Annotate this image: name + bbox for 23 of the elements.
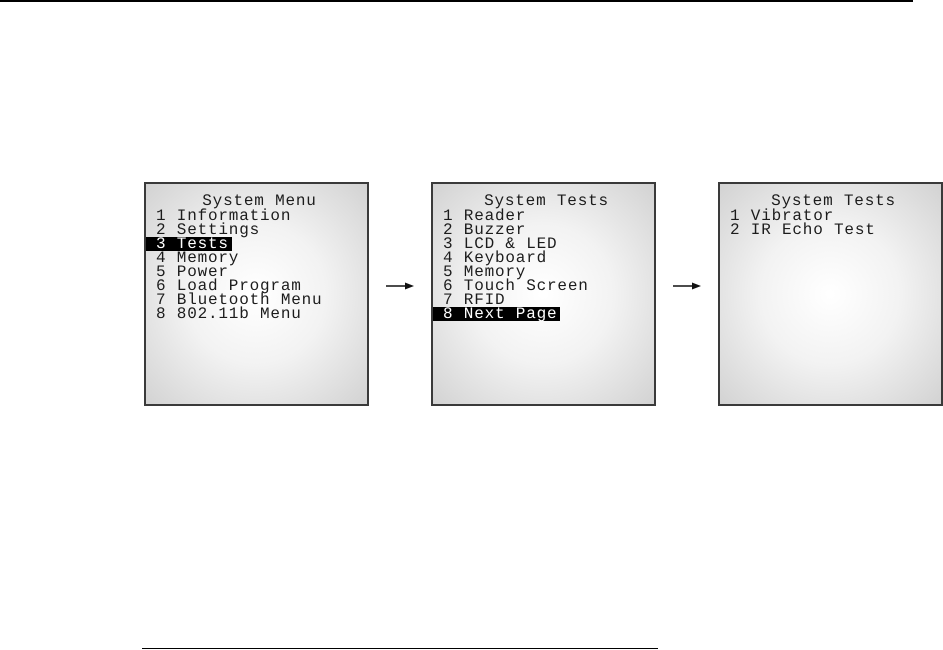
menu-item[interactable]: 2 Settings xyxy=(146,223,264,237)
menu-item[interactable]: 4 Keyboard xyxy=(433,251,550,265)
menu-item[interactable]: 1 Vibrator xyxy=(720,209,838,223)
menu-item[interactable]: 7 Bluetooth Menu xyxy=(146,293,326,307)
menu-item[interactable]: 2 Buzzer xyxy=(433,223,530,237)
menu-item[interactable]: 6 Load Program xyxy=(146,279,305,293)
menu-item[interactable]: 5 Memory xyxy=(433,265,530,279)
menu-item[interactable]: 5 Power xyxy=(146,265,232,279)
menu-item[interactable]: 3 LCD & LED xyxy=(433,237,560,251)
right-arrow-icon xyxy=(386,282,414,290)
screen-title: System Tests xyxy=(484,193,609,209)
menu-item[interactable]: 4 Memory xyxy=(146,251,242,265)
menu-item[interactable]: 1 Reader xyxy=(433,209,530,223)
menu-item[interactable]: 3 Tests xyxy=(146,237,232,251)
menu-item[interactable]: 6 Touch Screen xyxy=(433,279,592,293)
screen-title: System Menu xyxy=(202,193,317,209)
right-arrow-icon xyxy=(673,282,701,290)
menu-item[interactable]: 7 RFID xyxy=(433,293,508,307)
menu-item[interactable]: 8 Next Page xyxy=(433,307,560,321)
menu-item[interactable]: 2 IR Echo Test xyxy=(720,223,879,237)
menu-item[interactable]: 8 802.11b Menu xyxy=(146,307,305,321)
screen-title: System Tests xyxy=(771,193,896,209)
menu-item[interactable]: 1 Information xyxy=(146,209,294,223)
